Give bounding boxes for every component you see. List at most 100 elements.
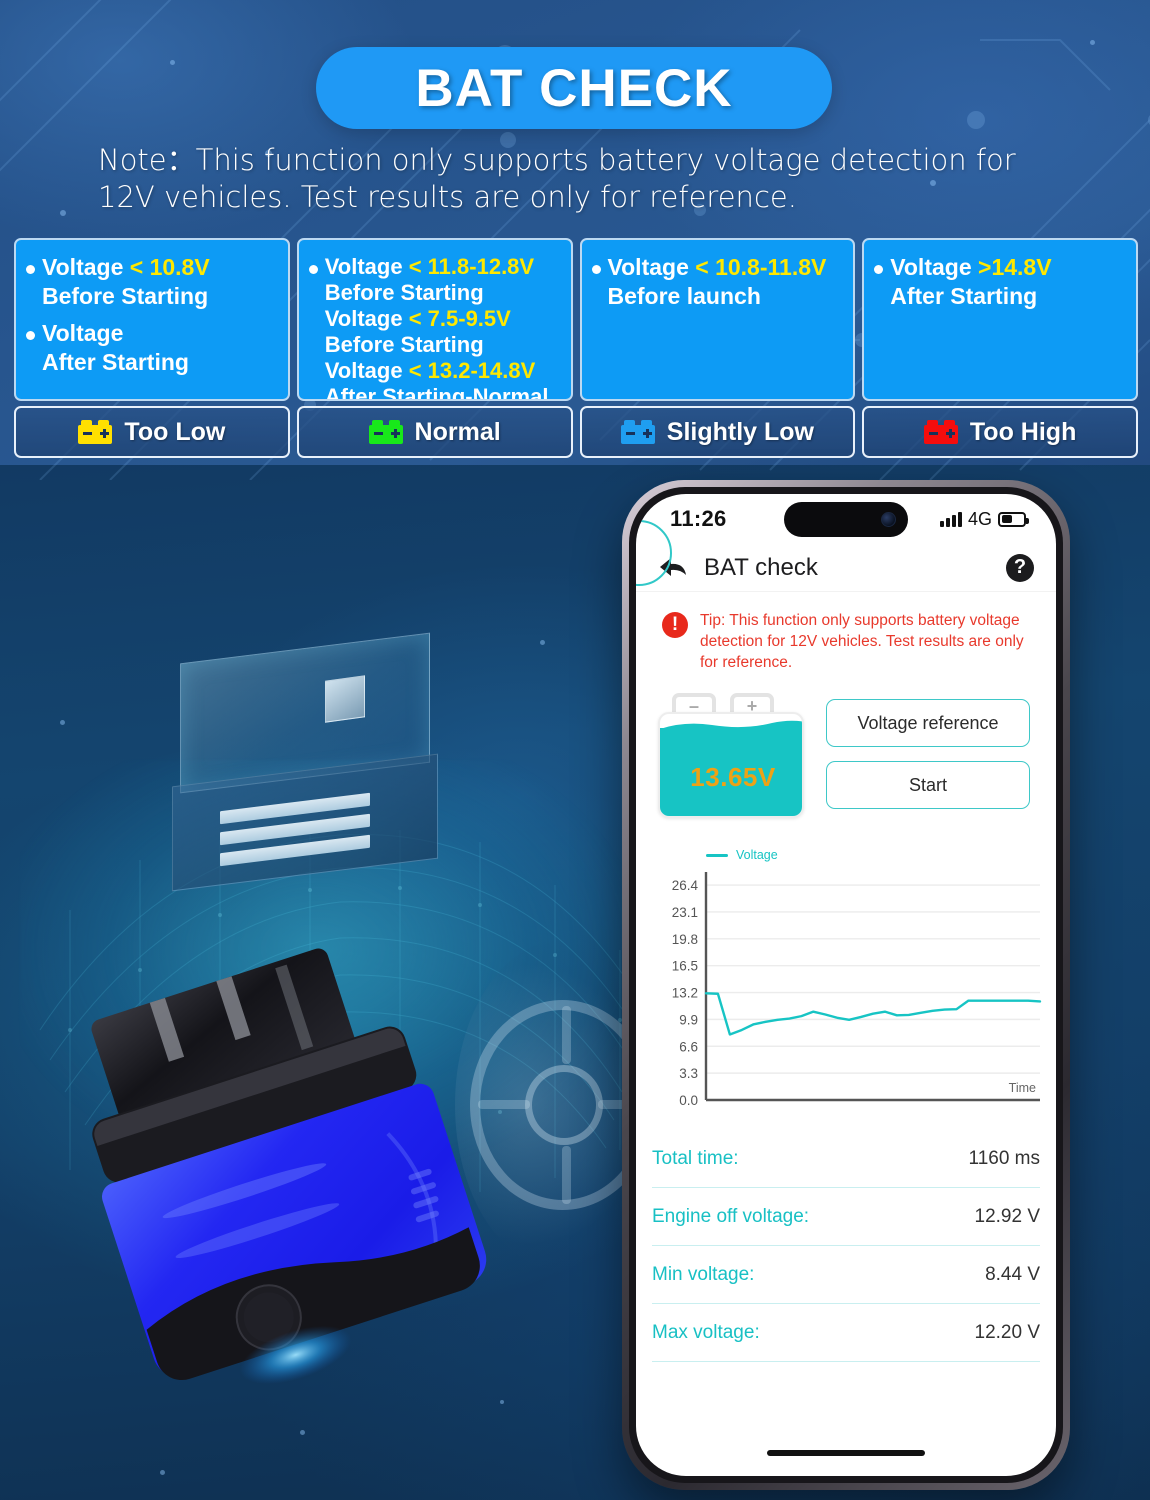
results-list: Total time: 1160 ms Engine off voltage: 12.… <box>652 1130 1040 1362</box>
chart-legend: Voltage <box>650 844 1038 866</box>
result-label: Total time: <box>652 1147 739 1169</box>
result-row: Engine off voltage: 12.92 V <box>652 1188 1040 1246</box>
legend-line-swatch <box>706 853 728 857</box>
bullet-dot <box>874 265 884 274</box>
front-camera-icon <box>881 512 896 527</box>
voltage-card-body: Voltage >14.8V After Starting <box>862 238 1138 401</box>
home-indicator[interactable] <box>767 1450 925 1456</box>
voltage-card-line: Voltage < 13.2-14.8V <box>309 358 561 384</box>
network-type-label: 4G <box>967 508 992 529</box>
svg-text:13.2: 13.2 <box>672 986 698 1001</box>
svg-text:9.9: 9.9 <box>679 1012 698 1027</box>
result-value: 1160 ms <box>968 1147 1040 1169</box>
result-label: Max voltage: <box>652 1321 760 1343</box>
voltage-card-text: Voltage < 11.8-12.8V <box>324 254 535 279</box>
voltage-reference-button[interactable]: Voltage reference <box>826 699 1030 747</box>
battery-icon <box>923 420 958 444</box>
dynamic-island <box>784 502 908 537</box>
voltage-card-line: Voltage < 10.8V <box>26 254 278 281</box>
status-bar: 11:26 4G <box>636 494 1056 544</box>
battery-body: 13.65V <box>658 712 804 818</box>
voltage-status-chip: Slightly Low <box>579 406 856 458</box>
voltage-card-text: Voltage < 7.5-9.5V <box>324 306 511 331</box>
voltage-card-text: Voltage < 13.2-14.8V <box>324 358 536 383</box>
battery-icon <box>620 420 655 444</box>
note-text: Note：This function only supports battery… <box>98 143 1016 214</box>
battery-icon <box>78 420 113 444</box>
result-value: 12.92 V <box>974 1205 1041 1227</box>
svg-text:6.6: 6.6 <box>679 1039 698 1054</box>
result-value: 12.20 V <box>974 1321 1041 1343</box>
voltage-card-text: Voltage >14.8V <box>890 254 1052 280</box>
result-row: Total time: 1160 ms <box>652 1130 1040 1188</box>
voltage-threshold-value: < 7.5-9.5V <box>408 306 511 331</box>
bullet-dot <box>308 265 318 274</box>
voltage-card: Voltage >14.8V After Starting Too High <box>862 238 1138 458</box>
voltage-status-chip: Too Low <box>14 406 290 458</box>
voltage-card-line: Voltage < 11.8-12.8V <box>308 254 561 280</box>
voltage-card-line: After Starting <box>26 349 278 376</box>
legend-label-voltage: Voltage <box>736 848 778 862</box>
voltage-card-body: Voltage < 10.8V Before Starting Voltage Aft… <box>14 238 290 401</box>
voltage-threshold-value: < 10.8V <box>129 254 210 280</box>
svg-text:0.0: 0.0 <box>679 1093 698 1108</box>
voltage-threshold-value: >14.8V <box>978 254 1052 280</box>
result-value: 8.44 V <box>985 1263 1040 1285</box>
back-arrow-icon[interactable] <box>658 555 688 581</box>
hero-buttons: Voltage reference Start <box>826 693 1030 809</box>
voltage-card-line: Voltage < 7.5-9.5V <box>309 306 561 332</box>
start-button[interactable]: Start <box>826 761 1030 809</box>
bullet-dot <box>26 331 35 340</box>
battery-fill <box>1001 515 1013 523</box>
voltage-card-text: Before Starting <box>42 283 209 309</box>
tip-banner: ! Tip: This function only supports batte… <box>636 592 1056 685</box>
voltage-card-text: Before Starting <box>324 332 484 357</box>
voltage-card-line: Before Starting <box>26 283 278 310</box>
voltage-card-text: Before Starting <box>324 280 484 305</box>
result-row: Min voltage: 8.44 V <box>652 1246 1040 1304</box>
result-row: Max voltage: 12.20 V <box>652 1304 1040 1362</box>
voltage-status-label: Too Low <box>124 417 226 446</box>
voltage-card-text: Before launch <box>607 283 761 309</box>
battery-icon <box>368 420 403 444</box>
voltage-status-chip: Too High <box>862 406 1138 458</box>
svg-text:16.5: 16.5 <box>672 959 698 974</box>
voltage-status-label: Too High <box>969 417 1077 446</box>
status-indicators: 4G <box>939 508 1029 530</box>
phone-screen: 11:26 4G BAT check ? ! Tip: This functio… <box>636 494 1056 1476</box>
battery-voltage-widget: – + 13.65V <box>658 693 804 818</box>
battery-liquid-wave <box>660 720 802 734</box>
wheel-hub <box>525 1065 603 1145</box>
voltage-card-body: Voltage < 11.8-12.8V Before Starting Volta… <box>296 238 573 401</box>
svg-text:26.4: 26.4 <box>672 878 699 893</box>
voltage-card-line: Voltage >14.8V <box>874 254 1126 281</box>
signal-strength-icon <box>939 511 962 527</box>
alert-icon: ! <box>662 612 688 638</box>
voltage-card-text: After Starting-Normal <box>324 384 549 401</box>
voltage-card: Voltage < 10.8V Before Starting Voltage Aft… <box>14 238 290 458</box>
svg-text:23.1: 23.1 <box>672 905 698 920</box>
voltage-card-body: Voltage < 10.8-11.8V Before launch <box>579 238 856 401</box>
voltage-threshold-value: < 13.2-14.8V <box>408 358 536 383</box>
voltage-card-line: Voltage < 10.8-11.8V <box>591 254 844 281</box>
voltage-card-line: Voltage <box>26 320 278 347</box>
voltage-status-label: Normal <box>414 417 501 446</box>
tip-text: Tip: This function only supports battery… <box>700 612 1024 671</box>
phone-bezel: 11:26 4G BAT check ? ! Tip: This functio… <box>629 487 1063 1483</box>
voltage-threshold-value: < 11.8-12.8V <box>408 254 535 279</box>
voltage-status-chip: Normal <box>296 406 573 458</box>
battery-3d-render <box>150 620 450 892</box>
page-title-pill: BAT CHECK <box>316 47 832 129</box>
voltage-card-line: After Starting-Normal <box>309 384 561 401</box>
status-clock: 11:26 <box>670 506 727 531</box>
svg-text:Time: Time <box>1009 1081 1036 1095</box>
voltage-card-text: After Starting <box>42 349 189 375</box>
voltage-card-text: After Starting <box>890 283 1038 309</box>
result-label: Min voltage: <box>652 1263 755 1285</box>
obd-dongle-image <box>91 948 487 1384</box>
voltage-card: Voltage < 11.8-12.8V Before Starting Volta… <box>296 238 573 458</box>
page-title: BAT CHECK <box>415 58 733 118</box>
bullet-dot <box>591 265 601 274</box>
help-icon[interactable]: ? <box>1006 553 1034 582</box>
chart-plot-area: 0.0 3.3 6.6 9.9 13.2 16.5 19.8 23.1 26.4 Time <box>672 872 1042 1108</box>
